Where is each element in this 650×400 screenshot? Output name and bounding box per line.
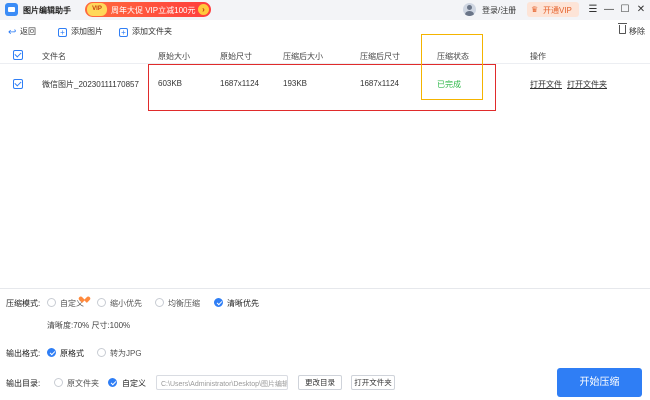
compression-mode-label: 压缩模式: (6, 299, 41, 308)
promo-banner[interactable]: VIP 周年大促 VIP立减100元 › (85, 2, 211, 17)
open-folder-link[interactable]: 打开文件夹 (567, 79, 607, 90)
output-path-input[interactable]: C:\Users\Administrator\Desktop\图片编辑 (156, 375, 288, 390)
radio-balanced[interactable] (155, 298, 164, 307)
select-all-checkbox[interactable] (13, 50, 23, 60)
col-comp-dim: 压缩后尺寸 (360, 52, 400, 61)
radio-clarity[interactable] (214, 298, 223, 307)
option-custom-folder[interactable]: 自定义 (122, 378, 146, 389)
start-compress-button[interactable]: 开始压缩 (557, 368, 642, 397)
app-logo-icon (5, 3, 18, 16)
open-vip-button[interactable]: ♛ 开通VIP (527, 2, 579, 17)
user-avatar-icon[interactable] (463, 3, 476, 16)
col-filename: 文件名 (42, 52, 66, 61)
change-dir-button[interactable]: 更改目录 (298, 375, 342, 390)
trash-icon[interactable] (618, 23, 627, 34)
add-folder-label: 添加文件夹 (132, 27, 172, 36)
app-title: 图片编辑助手 (23, 6, 71, 15)
option-balanced[interactable]: 均衡压缩 (168, 298, 200, 309)
promo-arrow-icon: › (198, 4, 209, 15)
promo-vip-badge: VIP (87, 3, 107, 16)
back-arrow-icon: ↩ (8, 27, 17, 38)
promo-text: 周年大促 VIP立减100元 (111, 6, 196, 15)
radio-to-jpg[interactable] (97, 348, 106, 357)
option-original-folder[interactable]: 原文件夹 (67, 378, 99, 389)
compression-info: 清晰度:70% 尺寸:100% (47, 321, 131, 330)
login-link[interactable]: 登录/注册 (482, 5, 516, 16)
toolbar: ↩ 返回 + 添加图片 + 添加文件夹 (0, 20, 650, 43)
option-shrink[interactable]: 缩小优先 (110, 298, 142, 309)
col-action: 操作 (530, 52, 546, 61)
panel-divider (0, 288, 650, 289)
crown-icon: ♛ (531, 5, 539, 14)
title-bar: 图片编辑助手 VIP 周年大促 VIP立减100元 › 登录/注册 ♛ 开通VI… (0, 0, 650, 20)
output-dir-label: 输出目录: (6, 379, 41, 388)
open-folder-button[interactable]: 打开文件夹 (351, 375, 395, 390)
close-icon[interactable]: ✕ (634, 2, 648, 17)
col-orig-size: 原始大小 (158, 52, 190, 61)
plus-icon: + (58, 28, 67, 37)
radio-custom[interactable] (47, 298, 56, 307)
back-button[interactable]: ↩ 返回 (8, 26, 36, 38)
radio-custom-folder[interactable] (108, 378, 117, 387)
minimize-icon[interactable]: — (602, 2, 616, 17)
heart-icon (81, 294, 88, 301)
row-checkbox[interactable] (13, 79, 23, 89)
radio-original-folder[interactable] (54, 378, 63, 387)
add-image-button[interactable]: + 添加图片 (58, 26, 103, 37)
maximize-icon[interactable]: ☐ (618, 2, 632, 17)
remove-button[interactable]: 移除 (629, 26, 645, 37)
highlight-box-orange (421, 34, 483, 100)
add-folder-button[interactable]: + 添加文件夹 (119, 26, 172, 37)
add-image-label: 添加图片 (71, 27, 103, 36)
row-filename: 微信图片_20230111170857 (42, 80, 139, 89)
col-orig-dim: 原始尺寸 (220, 52, 252, 61)
col-comp-size: 压缩后大小 (283, 52, 323, 61)
output-format-label: 输出格式: (6, 349, 41, 358)
back-label: 返回 (20, 27, 36, 36)
menu-icon[interactable]: ☰ (586, 2, 600, 17)
radio-shrink[interactable] (97, 298, 106, 307)
open-vip-label: 开通VIP (543, 6, 572, 15)
plus-icon: + (119, 28, 128, 37)
option-original-format[interactable]: 原格式 (60, 348, 84, 359)
table-header: 文件名 原始大小 原始尺寸 压缩后大小 压缩后尺寸 压缩状态 操作 (0, 46, 650, 64)
option-clarity[interactable]: 清晰优先 (227, 298, 259, 309)
open-file-link[interactable]: 打开文件 (530, 79, 562, 90)
radio-original-format[interactable] (47, 348, 56, 357)
option-to-jpg[interactable]: 转为JPG (110, 348, 142, 359)
